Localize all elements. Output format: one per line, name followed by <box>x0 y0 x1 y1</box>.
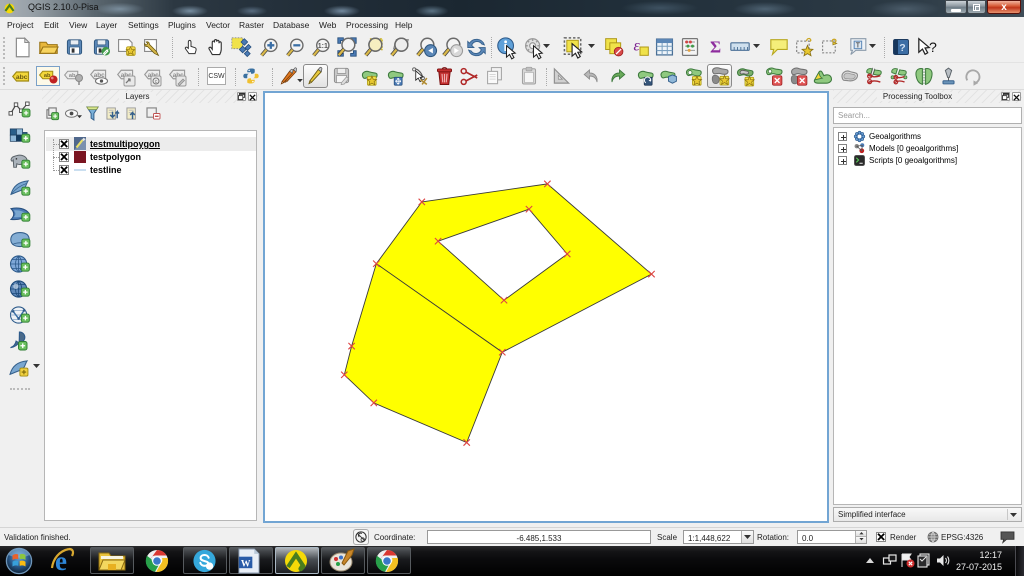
svg-text:1:1: 1:1 <box>318 43 328 50</box>
svg-text:W: W <box>241 558 251 569</box>
svg-text:abc: abc <box>16 74 28 81</box>
svg-text:T: T <box>856 41 861 49</box>
svg-text:?: ? <box>929 40 937 56</box>
svg-text:?: ? <box>899 42 905 54</box>
svg-text:ε: ε <box>634 37 641 54</box>
svg-text:Σ: Σ <box>710 38 721 57</box>
